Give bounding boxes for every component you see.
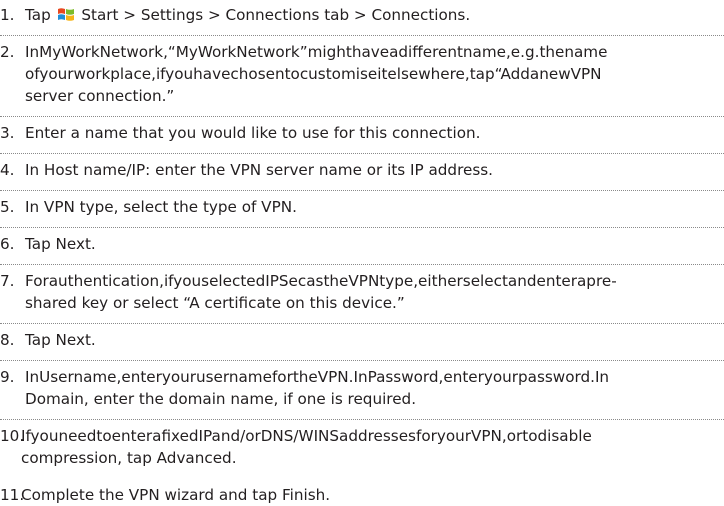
step-text-line: Domain, enter the domain name, if one is… bbox=[25, 390, 417, 408]
divider bbox=[0, 35, 724, 36]
step-number: 6. bbox=[0, 235, 15, 253]
divider bbox=[0, 116, 724, 117]
step-6: 6. Tap Next. bbox=[0, 233, 718, 255]
step-2: 2. InMyWorkNetwork,“MyWorkNetwork”mighth… bbox=[0, 41, 718, 107]
step-8: 8. Tap Next. bbox=[0, 329, 718, 351]
step-5: 5. In VPN type, select the type of VPN. bbox=[0, 196, 718, 218]
step-10: 10. IfyouneedtoenterafixedIPand/orDNS/WI… bbox=[0, 425, 718, 469]
step-number: 4. bbox=[0, 161, 15, 179]
step-number: 11. bbox=[0, 486, 25, 504]
step-number: 5. bbox=[0, 198, 15, 216]
divider bbox=[0, 419, 724, 420]
divider bbox=[0, 227, 724, 228]
windows-start-logo-icon bbox=[57, 8, 74, 21]
step-7: 7. Forauthentication,ifyouselectedIPSeca… bbox=[0, 270, 718, 314]
step-text-line: Enter a name that you would like to use … bbox=[25, 124, 481, 142]
divider bbox=[0, 360, 724, 361]
step-text-line: InUsername,enteryourusernamefortheVPN.In… bbox=[25, 368, 610, 386]
step-text-line: Forauthentication,ifyouselectedIPSecasth… bbox=[25, 272, 617, 290]
step-number: 1. bbox=[0, 6, 15, 24]
step-prefix: Tap bbox=[25, 6, 56, 24]
step-text-line: Complete the VPN wizard and tap Finish. bbox=[21, 486, 331, 504]
divider bbox=[0, 264, 724, 265]
step-text-line: shared key or select “A certificate on t… bbox=[25, 294, 405, 312]
step-text-line: compression, tap Advanced. bbox=[21, 449, 237, 467]
step-3: 3. Enter a name that you would like to u… bbox=[0, 122, 718, 144]
step-number: 7. bbox=[0, 272, 15, 290]
divider bbox=[0, 153, 724, 154]
step-11: 11. Complete the VPN wizard and tap Fini… bbox=[0, 484, 718, 506]
step-text-line: InMyWorkNetwork,“MyWorkNetwork”mighthave… bbox=[25, 43, 608, 61]
step-text-line: Tap Next. bbox=[25, 331, 96, 349]
step-number: 9. bbox=[0, 368, 15, 386]
divider bbox=[0, 323, 724, 324]
step-9: 9. InUsername,enteryourusernamefortheVPN… bbox=[0, 366, 718, 410]
step-text-line: server connection.” bbox=[25, 87, 175, 105]
step-number: 2. bbox=[0, 43, 15, 61]
step-text-line: IfyouneedtoenterafixedIPand/orDNS/WINSad… bbox=[21, 427, 592, 445]
step-text-line: Tap Next. bbox=[25, 235, 96, 253]
step-text-line: ofyourworkplace,ifyouhavechosentocustomi… bbox=[25, 65, 602, 83]
step-text-line: In Host name/IP: enter the VPN server na… bbox=[25, 161, 493, 179]
step-1: 1. Tap Start > Settings > Connections ta… bbox=[0, 4, 718, 26]
divider bbox=[0, 190, 724, 191]
step-number: 10. bbox=[0, 427, 25, 445]
step-number: 8. bbox=[0, 331, 15, 349]
step-text-line: In VPN type, select the type of VPN. bbox=[25, 198, 297, 216]
step-4: 4. In Host name/IP: enter the VPN server… bbox=[0, 159, 718, 181]
step-text-line: Start > Settings > Connections tab > Con… bbox=[81, 6, 471, 24]
instructions-page: 1. Tap Start > Settings > Connections ta… bbox=[0, 0, 724, 504]
step-number: 3. bbox=[0, 124, 15, 142]
